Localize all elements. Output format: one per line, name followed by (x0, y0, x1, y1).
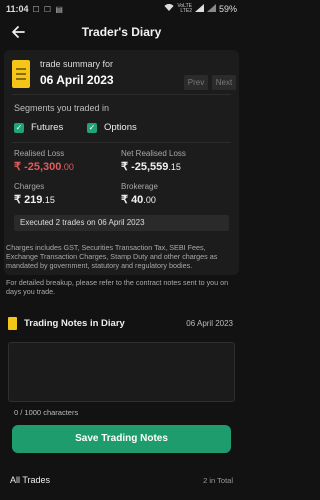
summary-header: trade summary for 06 April 2023 Prev Nex… (12, 56, 236, 90)
brokerage-label: Brokerage (121, 182, 158, 191)
next-button[interactable]: Next (212, 75, 236, 90)
divider (12, 94, 231, 95)
diary-icon (12, 60, 30, 88)
realised-loss-label: Realised Loss (14, 149, 65, 158)
all-trades-title: All Trades (10, 475, 51, 485)
char-count: 0 / 1000 characters (14, 408, 79, 417)
summary-label: trade summary for (40, 59, 114, 69)
battery-percent: 59% (218, 4, 237, 14)
charges-label: Charges (14, 182, 45, 191)
charges-value: ₹ 219.15 (14, 194, 55, 206)
back-arrow-icon[interactable] (10, 24, 26, 40)
prev-button[interactable]: Prev (184, 75, 208, 90)
trading-notes-textarea[interactable] (8, 342, 235, 402)
wifi-icon (164, 3, 174, 14)
net-realised-loss-value: ₹ -25,559.15 (121, 161, 181, 173)
page-title: Trader's Diary (81, 25, 162, 39)
status-bar: 11:04 ☐ ☐ ▤ VoLTE LTE2 59% (0, 0, 243, 18)
status-right: VoLTE LTE2 59% (164, 4, 237, 14)
realised-loss-value: ₹ -25,300.00 (14, 161, 74, 173)
all-trades-total: 2 in Total (203, 476, 233, 485)
net-realised-loss-label: Net Realised Loss (121, 149, 186, 158)
save-trading-notes-button[interactable]: Save Trading Notes (12, 425, 231, 453)
divider (12, 142, 231, 143)
futures-checkbox[interactable]: ✓ (14, 123, 24, 133)
network-indicator: VoLTE LTE2 (177, 3, 192, 14)
executed-trades-banner: Executed 2 trades on 06 April 2023 (14, 215, 229, 231)
note-icon (8, 317, 17, 330)
trading-notes-title: Trading Notes in Diary (24, 318, 125, 329)
trade-summary-card: trade summary for 06 April 2023 Prev Nex… (4, 50, 239, 275)
status-time: 11:04 (6, 4, 29, 14)
trading-notes-date: 06 April 2023 (186, 319, 233, 328)
futures-label: Futures (31, 122, 64, 133)
charges-note: Charges includes GST, Securities Transac… (6, 243, 218, 270)
breakup-note: For detailed breakup, please refer to th… (6, 278, 229, 296)
brokerage-value: ₹ 40.00 (121, 194, 156, 206)
signal-icon (194, 4, 204, 14)
options-label: Options (104, 122, 137, 133)
notification-icons: ☐ ☐ ▤ (32, 4, 64, 14)
summary-date: 06 April 2023 (40, 73, 114, 87)
trading-notes-header: Trading Notes in Diary 06 April 2023 (0, 316, 243, 332)
app-bar: Trader's Diary (0, 18, 243, 46)
signal-icon-2 (206, 4, 216, 14)
segments-title: Segments you traded in (14, 103, 110, 113)
options-checkbox[interactable]: ✓ (87, 123, 97, 133)
